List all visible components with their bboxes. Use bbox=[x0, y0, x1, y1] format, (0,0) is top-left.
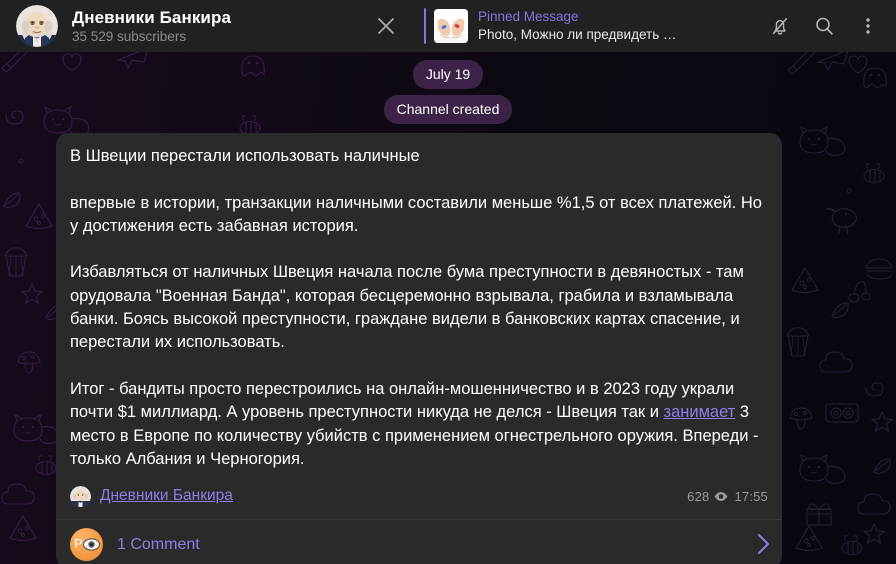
message-bubble[interactable]: В Швеции перестали использовать наличные… bbox=[56, 133, 782, 564]
search-icon bbox=[816, 17, 833, 35]
comments-button[interactable]: P 1 Comment bbox=[56, 519, 782, 564]
more-options-button[interactable] bbox=[850, 8, 886, 44]
search-button[interactable] bbox=[806, 8, 842, 44]
commenter-initial: P bbox=[74, 535, 83, 551]
close-icon bbox=[378, 18, 394, 34]
date-divider-row: July 19 bbox=[0, 60, 896, 89]
message-meta: 628 17:55 bbox=[687, 489, 768, 504]
service-message-row: Channel created bbox=[0, 95, 896, 124]
telegram-channel-view: Дневники Банкира 35 529 subscribers Pinn… bbox=[0, 0, 896, 564]
message-inline-link[interactable]: занимает bbox=[664, 403, 736, 421]
eye-emoji-avatar bbox=[83, 538, 100, 551]
signature-avatar[interactable] bbox=[70, 485, 91, 507]
pinned-message[interactable]: Pinned Message Photo, Можно ли предвидет… bbox=[424, 4, 676, 48]
message-text: В Швеции перестали использовать наличные… bbox=[70, 145, 768, 471]
channel-title-block: Дневники Банкира 35 529 subscribers bbox=[72, 8, 231, 45]
comments-label: 1 Comment bbox=[117, 535, 200, 553]
pinned-preview: Photo, Можно ли предвидеть … bbox=[478, 27, 677, 42]
mute-button[interactable] bbox=[762, 8, 798, 44]
pinned-label: Pinned Message bbox=[478, 9, 579, 24]
message-text-part-1: В Швеции перестали использовать наличные… bbox=[70, 147, 762, 422]
pinned-accent-bar bbox=[424, 8, 426, 44]
date-divider: July 19 bbox=[412, 60, 484, 89]
hands-with-pills-photo bbox=[434, 9, 468, 43]
subscriber-count: 35 529 subscribers bbox=[72, 28, 187, 44]
pinned-thumbnail bbox=[434, 9, 468, 43]
header-actions bbox=[754, 8, 886, 44]
message-body: В Швеции перестали использовать наличные… bbox=[56, 133, 782, 477]
close-button[interactable] bbox=[368, 8, 404, 44]
message-time: 17:55 bbox=[734, 488, 768, 504]
chat-header: Дневники Банкира 35 529 subscribers Pinn… bbox=[0, 0, 896, 52]
pinned-texts: Pinned Message Photo, Можно ли предвидет… bbox=[478, 9, 676, 43]
channel-avatar[interactable] bbox=[16, 5, 58, 47]
view-count: 628 bbox=[687, 488, 710, 504]
bell-muted-icon bbox=[772, 18, 788, 35]
service-message: Channel created bbox=[383, 95, 513, 124]
commenter-avatar: P bbox=[70, 527, 103, 561]
signature-channel-name[interactable]: Дневники Банкира bbox=[100, 487, 233, 505]
eye-icon bbox=[714, 491, 728, 502]
dots-vertical-icon bbox=[866, 18, 870, 34]
message-signature-row: Дневники Банкира 628 17:55 bbox=[56, 477, 782, 519]
chevron-right-icon bbox=[757, 533, 770, 555]
channel-name: Дневники Банкира bbox=[72, 7, 232, 27]
